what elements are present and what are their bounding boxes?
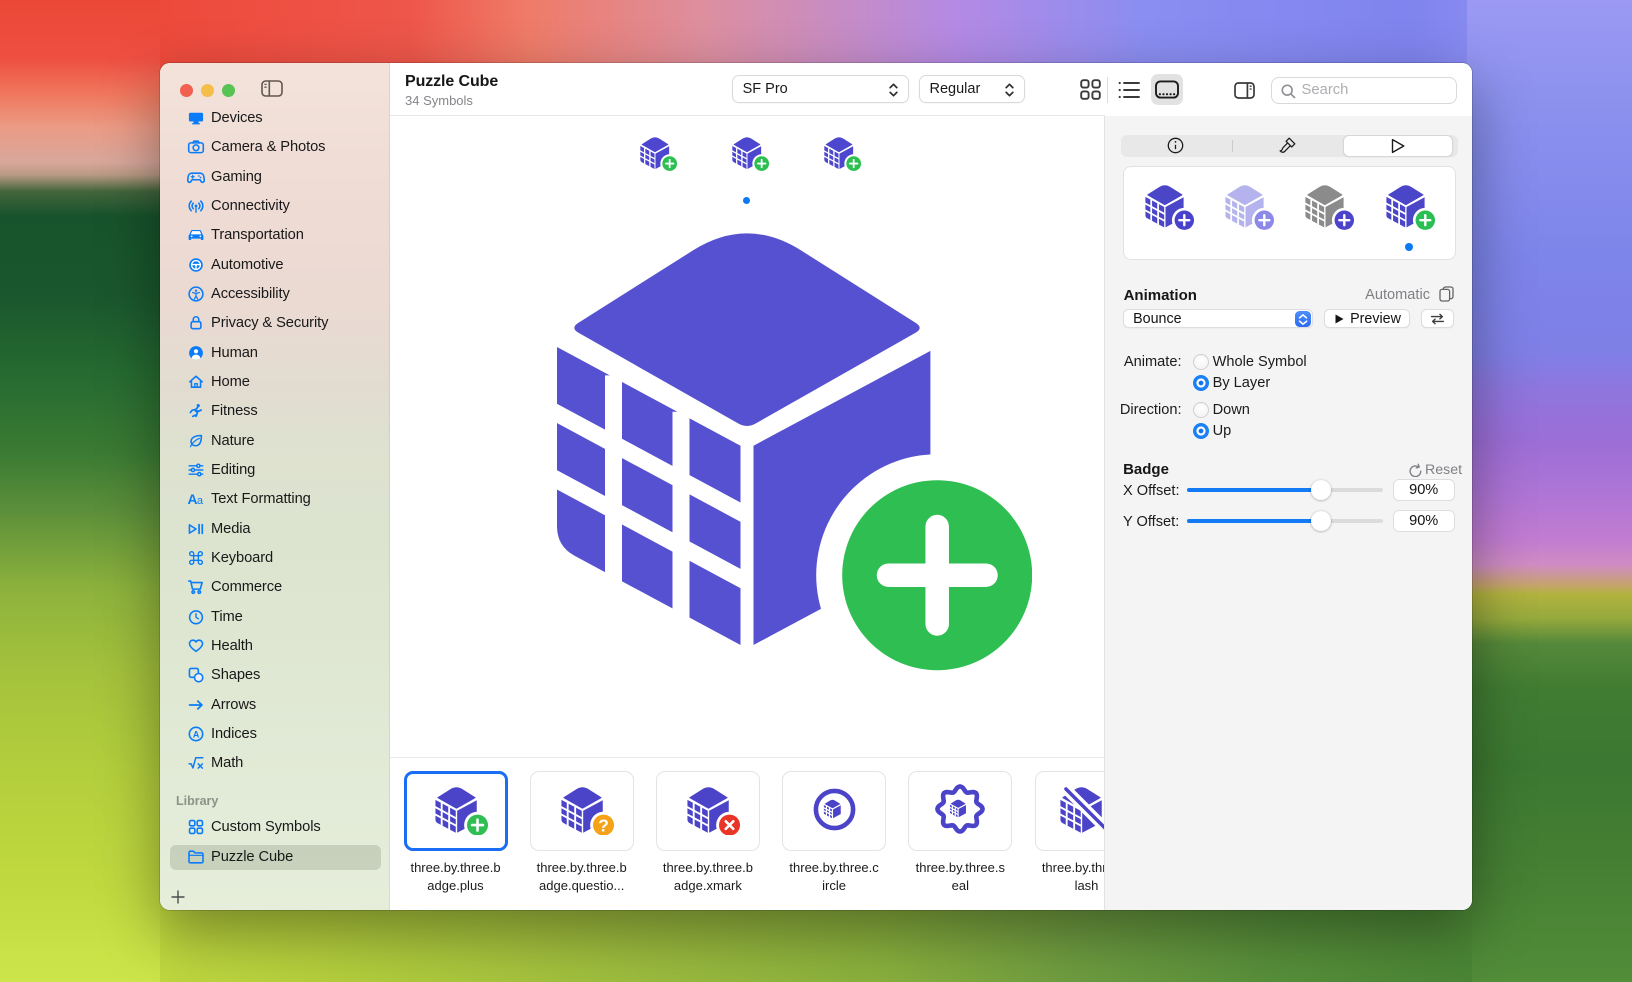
svg-text:A: A	[193, 729, 200, 739]
svg-text:a: a	[197, 495, 204, 507]
